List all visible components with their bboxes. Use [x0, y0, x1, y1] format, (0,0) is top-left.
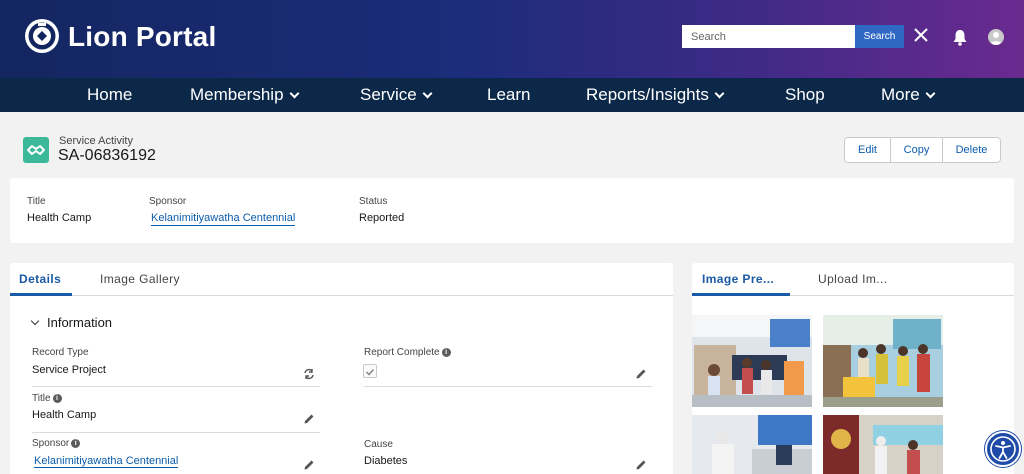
- user-icon: [990, 32, 1002, 45]
- edit-pencil-icon[interactable]: [635, 368, 647, 380]
- bell-icon[interactable]: [952, 29, 968, 46]
- info-icon[interactable]: i: [441, 348, 451, 357]
- highlight-sponsor-link[interactable]: Kelanimitiyawatha Centennial: [151, 212, 296, 226]
- tab-image-gallery[interactable]: Image Gallery: [100, 263, 180, 296]
- search-button[interactable]: Search: [855, 25, 904, 48]
- edit-pencil-icon[interactable]: [303, 459, 315, 471]
- gallery-image[interactable]: [823, 415, 943, 474]
- record-actions: Edit Copy Delete: [844, 137, 1001, 163]
- nav-item-label: More: [881, 85, 920, 104]
- nav-item-shop[interactable]: Shop: [785, 78, 825, 112]
- delete-button[interactable]: Delete: [942, 138, 1000, 162]
- edit-pencil-icon[interactable]: [635, 459, 647, 471]
- highlight-sponsor-label: Sponsor: [149, 196, 187, 207]
- section-information[interactable]: Information: [30, 315, 113, 330]
- top-header: Lion Portal Search: [0, 0, 1024, 78]
- record-type-label: Service Activity: [59, 135, 133, 147]
- service-activity-icon: [23, 137, 49, 163]
- gallery-image[interactable]: [823, 315, 943, 407]
- field-cause-label: Cause: [364, 439, 393, 450]
- nav-item-label: Learn: [487, 85, 531, 104]
- info-icon[interactable]: i: [71, 439, 81, 448]
- field-label-text: Report Complete: [364, 347, 440, 358]
- highlight-status-value: Reported: [359, 212, 405, 224]
- field-title-value: Health Camp: [32, 409, 97, 421]
- nav-item-learn[interactable]: Learn: [487, 78, 530, 112]
- brand-title[interactable]: Lion Portal: [68, 21, 216, 53]
- field-sponsor-link[interactable]: Kelanimitiyawatha Centennial: [34, 455, 179, 468]
- field-divider: [32, 432, 320, 433]
- nav-item-reports-insights[interactable]: Reports/Insights: [586, 78, 725, 112]
- details-tabs: Details Image Gallery: [10, 263, 673, 296]
- change-record-type-icon[interactable]: [303, 368, 315, 380]
- edit-button[interactable]: Edit: [845, 138, 890, 162]
- accessibility-button[interactable]: [985, 431, 1021, 467]
- field-record-type-value: Service Project: [32, 364, 106, 376]
- lions-logo-icon[interactable]: [24, 18, 60, 54]
- nav-item-membership[interactable]: Membership: [190, 78, 299, 112]
- edit-pencil-icon[interactable]: [303, 413, 315, 425]
- field-label-text: Title: [32, 393, 51, 404]
- field-cause-value: Diabetes: [364, 455, 408, 467]
- nav-item-service[interactable]: Service: [360, 78, 433, 112]
- record-id: SA-06836192: [58, 147, 156, 164]
- gallery-image[interactable]: [692, 415, 812, 474]
- chevron-down-icon: [422, 88, 433, 99]
- accessibility-icon: [990, 436, 1016, 462]
- copy-button[interactable]: Copy: [890, 138, 942, 162]
- gallery-image[interactable]: [692, 315, 812, 407]
- info-icon[interactable]: i: [52, 394, 62, 403]
- section-title: Information: [47, 315, 113, 330]
- highlight-title-label: Title: [27, 196, 46, 207]
- highlight-status-label: Status: [359, 196, 388, 207]
- nav-item-label: Service: [360, 85, 417, 104]
- tab-upload-image[interactable]: Upload Im...: [818, 263, 888, 296]
- report-complete-checkbox: [363, 364, 377, 378]
- field-report-complete-label: Report Complete i: [364, 347, 451, 358]
- field-divider: [32, 386, 320, 387]
- highlight-title-value: Health Camp: [27, 212, 92, 224]
- nav-item-label: Membership: [190, 85, 284, 104]
- field-sponsor-label: Sponsor i: [32, 438, 81, 449]
- details-card: Details Image Gallery Information Record…: [10, 263, 673, 474]
- search-bar: Search: [682, 25, 904, 48]
- tab-image-preview[interactable]: Image Pre...: [692, 263, 790, 296]
- field-label-text: Cause: [364, 439, 393, 450]
- image-panel: Image Pre... Upload Im...: [692, 263, 1014, 474]
- chevron-down-icon: [289, 88, 299, 99]
- nav-item-more[interactable]: More: [881, 78, 936, 112]
- nav-item-label: Reports/Insights: [586, 85, 709, 104]
- field-label-text: Record Type: [32, 347, 89, 358]
- search-input[interactable]: [682, 25, 855, 48]
- chevron-down-icon: [925, 88, 936, 99]
- image-tabs: Image Pre... Upload Im...: [692, 263, 1014, 296]
- field-label-text: Sponsor: [32, 438, 70, 449]
- field-title-label: Title i: [32, 393, 62, 404]
- tab-details[interactable]: Details: [10, 263, 72, 296]
- field-divider: [364, 386, 652, 387]
- highlights-panel: Title Health Camp Sponsor Kelanimitiyawa…: [10, 178, 1014, 243]
- nav-item-label: Home: [87, 85, 133, 104]
- avatar[interactable]: [988, 29, 1004, 45]
- chevron-down-icon: [714, 88, 725, 99]
- close-icon[interactable]: [912, 26, 930, 44]
- field-record-type-label: Record Type: [32, 347, 89, 358]
- chevron-down-icon: [30, 316, 40, 325]
- nav-item-home[interactable]: Home: [87, 78, 132, 112]
- nav-item-label: Shop: [785, 85, 825, 104]
- main-nav: Home Membership Service Learn Reports/In…: [0, 78, 1024, 112]
